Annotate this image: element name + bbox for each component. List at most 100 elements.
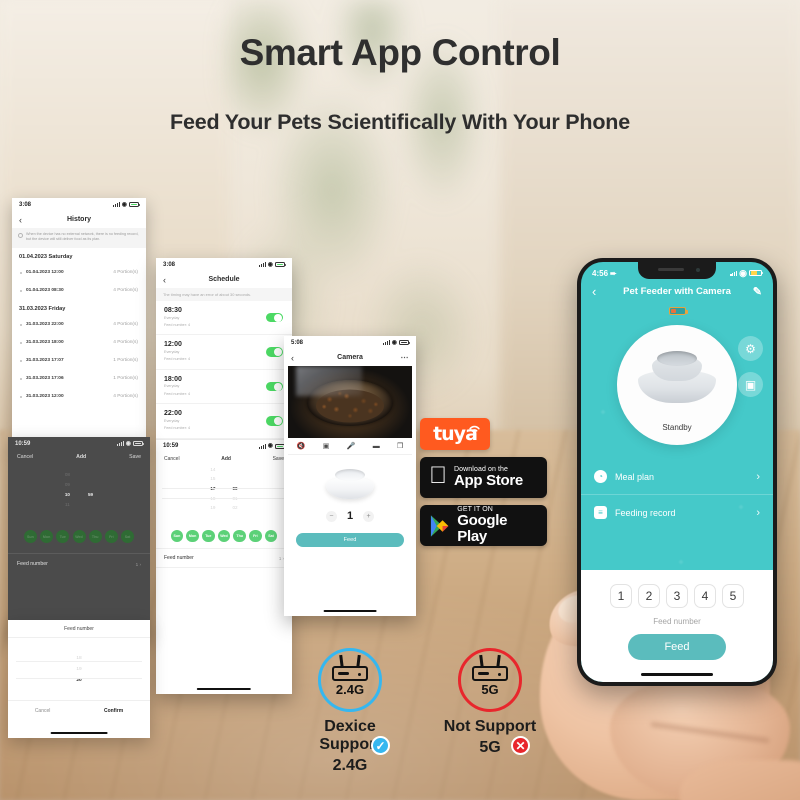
- history-row[interactable]: 31.03.2023 22:00 4 Portion(s): [12, 316, 146, 334]
- schedule-item-toggle[interactable]: [266, 416, 283, 426]
- battery-icon: [129, 202, 140, 207]
- google-play-badge[interactable]: GET IT ON Google Play: [420, 505, 547, 546]
- main-status-icons: ◉: [730, 268, 763, 278]
- day-chip[interactable]: Mon: [186, 529, 199, 543]
- increase-button[interactable]: +: [363, 510, 375, 522]
- day-chip[interactable]: Mon: [40, 530, 54, 543]
- minute-column[interactable]: 59: [88, 470, 93, 510]
- schedule-item[interactable]: 18:00 Everyday Feed number: 4: [156, 370, 292, 405]
- feed-number-option[interactable]: 5: [722, 584, 744, 608]
- day-chip[interactable]: Tue: [56, 530, 70, 543]
- cancel-button[interactable]: Cancel: [17, 454, 33, 460]
- signal-icon: [730, 270, 738, 276]
- history-row[interactable]: 31.03.2023 18:00 4 Portion(s): [12, 334, 146, 352]
- clock-icon: ◔: [594, 470, 607, 483]
- decrease-button[interactable]: −: [325, 510, 337, 522]
- pencil-icon[interactable]: ✎: [753, 285, 762, 298]
- day-chip[interactable]: Sun: [23, 530, 37, 543]
- history-group: 31.03.2023 Friday 31.03.2023 22:00 4 Por…: [12, 300, 146, 406]
- day-chip[interactable]: Wed: [72, 530, 86, 543]
- back-icon[interactable]: ‹: [592, 284, 596, 299]
- day-chip[interactable]: Tue: [202, 529, 215, 543]
- feed-number-option[interactable]: 3: [666, 584, 688, 608]
- history-row[interactable]: 01.04.2023 12:00 4 Portion(s): [12, 264, 146, 282]
- time-picker[interactable]: 08 09 10 11 59: [8, 470, 150, 522]
- back-icon[interactable]: ‹: [19, 215, 22, 225]
- schedule-item[interactable]: 22:00 Everyday Feed number: 4: [156, 404, 292, 439]
- schedule-navbar: ‹ Schedule: [156, 271, 292, 288]
- feed-button[interactable]: Feed: [628, 634, 726, 660]
- day-selector[interactable]: Sun Mon Tue Wed Thu Fri Sat: [8, 522, 150, 553]
- feed-number-wheel[interactable]: 18 19 20: [8, 638, 150, 700]
- history-row[interactable]: 31.03.2023 17:07 1 Portion(s): [12, 352, 146, 370]
- schedule-item[interactable]: 08:30 Everyday Feed number: 4: [156, 301, 292, 336]
- info-icon: [18, 233, 23, 238]
- minute-column[interactable]: 00 01 02: [233, 465, 238, 513]
- wifi-5g-ring: 5G: [458, 648, 522, 712]
- wifi-signal-icon: [469, 425, 480, 432]
- cancel-button[interactable]: Cancel: [164, 456, 180, 462]
- device-status-circle[interactable]: Standby: [617, 325, 737, 445]
- day-chip[interactable]: Fri: [249, 529, 262, 543]
- hour-option: 11: [65, 502, 70, 507]
- fullscreen-icon[interactable]: ❒: [397, 442, 403, 450]
- cancel-button[interactable]: Cancel: [35, 708, 51, 714]
- time-picker[interactable]: 14 15 17 18 19 00 01 02: [156, 465, 292, 523]
- meal-plan-row[interactable]: ◔ Meal plan ›: [581, 459, 773, 495]
- feed-number-option[interactable]: 18: [76, 653, 81, 664]
- day-chip[interactable]: Sat: [121, 530, 135, 543]
- day-chip[interactable]: Thu: [88, 530, 102, 543]
- wifi-icon: ◉: [391, 339, 397, 346]
- hour-column[interactable]: 14 15 17 18 19: [210, 465, 215, 513]
- tuya-logo: tuya: [420, 418, 490, 450]
- feeding-record-row[interactable]: ≡ Feeding record ›: [581, 495, 773, 530]
- camera-snapshot-icon[interactable]: ▣: [323, 442, 330, 450]
- speaker-mute-icon[interactable]: 🔇: [297, 442, 306, 450]
- history-row[interactable]: 31.03.2023 17:06 1 Portion(s): [12, 370, 146, 388]
- minute-option: 02: [232, 505, 238, 511]
- day-chip[interactable]: Sun: [170, 529, 184, 543]
- history-status-bar: 3:08 ◉: [12, 198, 146, 211]
- microphone-icon[interactable]: 🎤: [347, 442, 356, 450]
- battery-icon: [133, 441, 144, 446]
- hour-option: 19: [210, 505, 216, 511]
- feed-number-row[interactable]: Feed number 1 ›: [8, 553, 150, 574]
- day-chip[interactable]: Thu: [233, 529, 246, 543]
- schedule-item[interactable]: 12:00 Everyday Feed number: 4: [156, 335, 292, 370]
- history-row[interactable]: 01.04.2023 08:30 4 Portion(s): [12, 282, 146, 300]
- quantity-stepper[interactable]: − 1 +: [284, 510, 416, 522]
- day-selector[interactable]: Sun Mon Tue Wed Thu Fri Sat: [156, 523, 292, 549]
- confirm-button[interactable]: Confirm: [104, 708, 123, 714]
- more-horizontal-icon[interactable]: ⋯: [401, 353, 410, 362]
- feeding-record-label: Feeding record: [615, 507, 676, 518]
- feed-button[interactable]: Feed: [296, 533, 404, 547]
- app-store-badge[interactable]:  Download on the App Store: [420, 457, 547, 498]
- camera-button[interactable]: ▣: [738, 372, 763, 397]
- back-icon[interactable]: ‹: [163, 275, 166, 285]
- minute-option: [90, 470, 91, 480]
- settings-button[interactable]: ⚙: [738, 336, 763, 361]
- feed-number-option[interactable]: 1: [610, 584, 632, 608]
- camera-video-feed[interactable]: [288, 366, 412, 438]
- feed-number-option[interactable]: 4: [694, 584, 716, 608]
- feed-number-option[interactable]: 2: [638, 584, 660, 608]
- save-button[interactable]: Save: [129, 454, 141, 460]
- feed-number-row[interactable]: Feed number 1 ›: [156, 548, 292, 569]
- feed-number-option[interactable]: 19: [76, 664, 81, 675]
- back-icon[interactable]: ‹: [291, 353, 294, 363]
- day-chip[interactable]: Sat: [264, 529, 278, 543]
- minute-option: 01: [233, 494, 238, 504]
- history-row[interactable]: 31.03.2023 12:00 4 Portion(s): [12, 388, 146, 406]
- wifi-icon: ◉: [267, 261, 273, 268]
- schedule-item-toggle[interactable]: [266, 312, 283, 323]
- hour-column[interactable]: 08 09 10 11: [65, 470, 70, 510]
- history-note: When the device has no external network,…: [12, 228, 146, 248]
- video-record-icon[interactable]: ▬: [373, 443, 380, 450]
- signal-icon: [382, 340, 390, 345]
- schedule-item-toggle[interactable]: [266, 347, 283, 357]
- schedule-item-toggle[interactable]: [266, 381, 283, 392]
- day-chip[interactable]: Wed: [217, 529, 231, 543]
- feed-number-selected[interactable]: 20: [76, 675, 81, 686]
- day-chip[interactable]: Fri: [104, 530, 118, 543]
- save-button[interactable]: Save: [273, 456, 284, 462]
